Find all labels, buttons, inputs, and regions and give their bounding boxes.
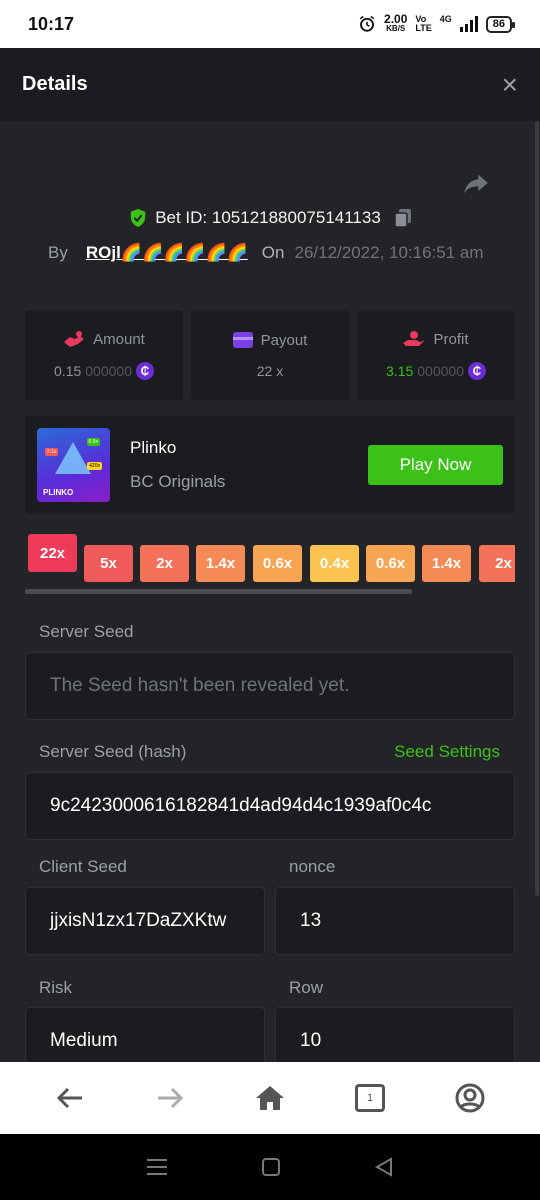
row-label: Row	[289, 978, 324, 997]
status-icons: 2.00 KB/S Vo LTE 4G 86	[358, 12, 516, 34]
profile-button[interactable]	[450, 1078, 490, 1118]
arrow-left-icon	[56, 1087, 82, 1109]
forward-button[interactable]	[150, 1078, 190, 1118]
multiplier-chip: 1.4x	[422, 545, 471, 582]
multiplier-row: 22x 5x 2x 1.4x 0.6x 0.4x 0.6x 1.4x 2x	[25, 534, 515, 584]
system-nav-bar	[0, 1134, 540, 1200]
back-triangle-icon[interactable]	[374, 1157, 394, 1177]
recents-menu-icon[interactable]	[146, 1158, 168, 1176]
bet-hand-icon	[64, 331, 85, 347]
multiplier-scrollbar[interactable]	[25, 589, 412, 594]
share-icon[interactable]	[462, 170, 490, 198]
amount-value: 0.15 000000 ₵	[54, 362, 154, 380]
alarm-icon	[359, 15, 375, 32]
multiplier-chip: 0.6x	[253, 545, 302, 582]
status-bar: 10:17 2.00 KB/S Vo LTE 4G 86	[0, 0, 540, 48]
profit-label: Profit	[433, 330, 469, 348]
battery-indicator: 86	[485, 15, 516, 33]
profit-hand-icon	[403, 331, 426, 346]
verified-shield-icon	[130, 209, 146, 227]
bet-meta-row: By ROjl🌈🌈🌈🌈🌈🌈 On 26/12/2022, 10:16:51 am	[48, 243, 484, 263]
coin-icon: ₵	[135, 362, 154, 380]
game-card: 2.1x 0.5x 420x PLINKO Plinko BC Original…	[25, 416, 515, 514]
plinko-thumbnail[interactable]: 2.1x 0.5x 420x PLINKO	[37, 428, 110, 502]
scrollbar-thumb[interactable]	[535, 121, 539, 896]
tabs-icon: 1	[355, 1084, 385, 1112]
multiplier-chip: 1.4x	[196, 545, 245, 582]
server-seed-hash-label: Server Seed (hash)	[39, 742, 187, 761]
back-button[interactable]	[50, 1078, 90, 1118]
amount-card: Amount 0.15 000000 ₵	[25, 310, 183, 400]
arrow-right-icon	[158, 1087, 184, 1109]
bet-date: 26/12/2022, 10:16:51 am	[294, 243, 484, 262]
wallet-icon	[232, 332, 253, 348]
coin-icon: ₵	[467, 362, 486, 380]
net-speed: 2.00 KB/S	[384, 12, 408, 33]
multiplier-chip: 2x	[140, 545, 189, 582]
bet-id: Bet ID: 105121880075141133	[155, 208, 381, 227]
payout-value: 22 x	[256, 362, 284, 379]
server-seed-label: Server Seed	[39, 622, 134, 641]
payout-card: Payout 22 x	[191, 310, 349, 400]
by-label: By	[48, 243, 68, 262]
row-field[interactable]: 10	[275, 1007, 515, 1062]
home-icon	[256, 1086, 284, 1110]
status-time: 10:17	[28, 13, 75, 34]
account-icon	[455, 1083, 485, 1113]
multiplier-chip: 5x	[84, 545, 133, 582]
profit-card: Profit 3.15 000000 ₵	[357, 310, 515, 400]
browser-nav-bar: 1	[0, 1062, 540, 1134]
username-link[interactable]: ROjl🌈🌈🌈🌈🌈🌈	[86, 243, 248, 263]
home-button[interactable]	[250, 1078, 290, 1118]
modal-header: Details ×	[0, 48, 540, 121]
network-type: 4G	[439, 14, 452, 24]
server-seed-hash-field[interactable]: 9c2423000616182841d4ad94d4c1939af0c4c	[25, 772, 515, 840]
seed-settings-link[interactable]: Seed Settings	[394, 742, 500, 762]
payout-label: Payout	[260, 331, 308, 349]
amount-label: Amount	[93, 330, 145, 348]
modal-title: Details	[22, 73, 88, 95]
game-name[interactable]: Plinko	[130, 438, 176, 458]
profit-value: 3.15 000000 ₵	[386, 362, 486, 380]
client-seed-field[interactable]: jjxisN1zx17DaZXKtw	[25, 887, 265, 955]
multiplier-chip: 2x	[479, 545, 515, 582]
home-square-icon[interactable]	[261, 1157, 281, 1177]
server-seed-field: The Seed hasn't been revealed yet.	[25, 652, 515, 720]
bet-details-modal: Details × Bet ID: 105121880075141133 By …	[0, 48, 540, 1062]
game-provider: BC Originals	[130, 472, 226, 491]
stat-cards: Amount 0.15 000000 ₵ Payout 22 x Profit 3…	[25, 310, 515, 400]
close-icon[interactable]: ×	[502, 70, 518, 99]
bet-id-row: Bet ID: 105121880075141133	[0, 208, 540, 228]
nonce-label: nonce	[289, 857, 336, 876]
volte-indicator: Vo LTE	[415, 14, 432, 33]
multiplier-chip: 0.4x	[310, 545, 359, 582]
risk-label: Risk	[39, 978, 73, 997]
nonce-field[interactable]: 13	[275, 887, 515, 955]
risk-field[interactable]: Medium	[25, 1007, 265, 1062]
scrollbar[interactable]	[534, 121, 540, 1062]
multiplier-chip: 22x	[28, 534, 77, 572]
play-now-button[interactable]: Play Now	[368, 445, 503, 485]
on-label: On	[261, 243, 285, 262]
copy-icon[interactable]	[394, 209, 411, 227]
tabs-button[interactable]: 1	[350, 1078, 390, 1118]
signal-icon	[459, 16, 478, 32]
client-seed-label: Client Seed	[39, 857, 127, 876]
multiplier-chip: 0.6x	[366, 545, 415, 582]
